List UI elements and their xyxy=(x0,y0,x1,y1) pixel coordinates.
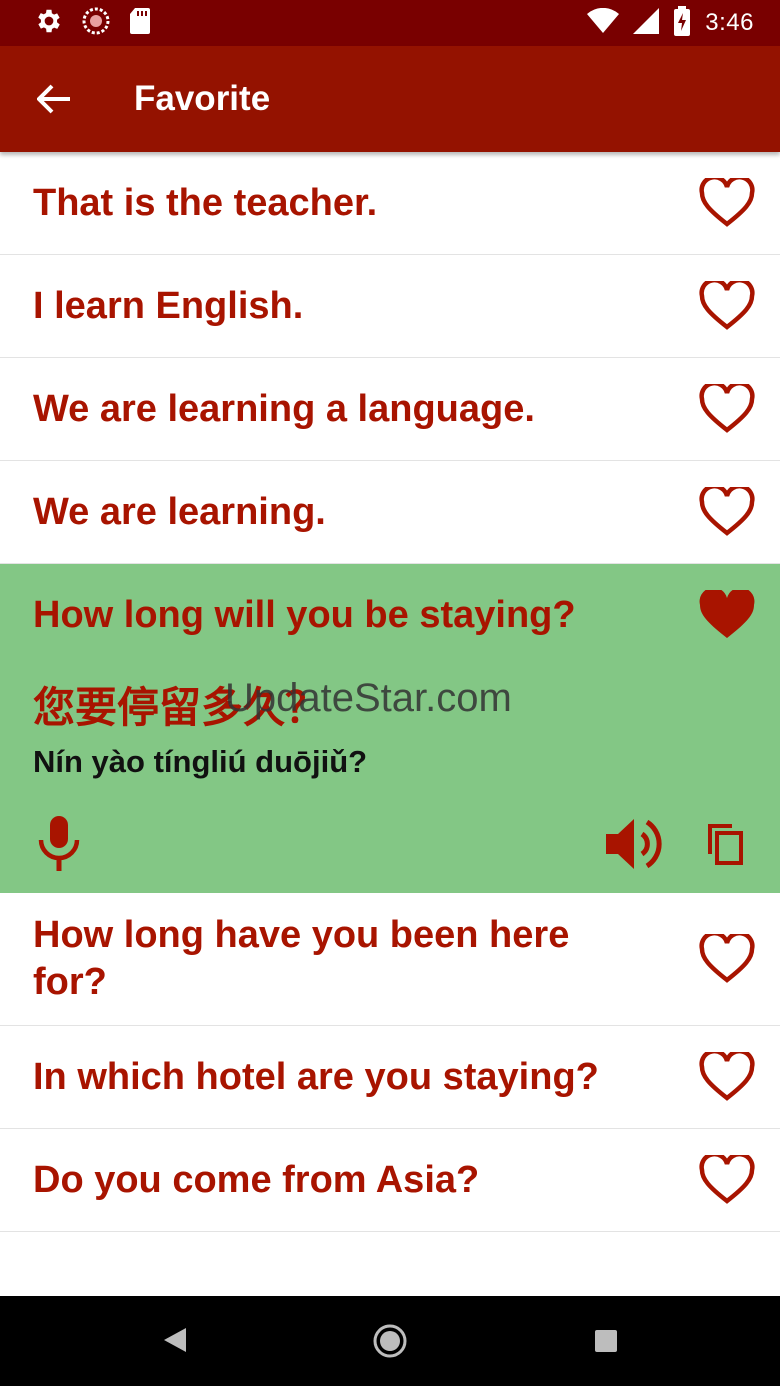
heart-outline-icon[interactable] xyxy=(698,933,756,985)
home-circle-icon[interactable] xyxy=(372,1323,408,1364)
heart-outline-icon[interactable] xyxy=(698,177,756,229)
gear-icon xyxy=(34,6,64,41)
microphone-icon xyxy=(38,816,80,871)
back-triangle-icon[interactable] xyxy=(162,1326,188,1359)
heart-outline-icon[interactable] xyxy=(698,383,756,435)
list-item[interactable]: Do you come from Asia? xyxy=(0,1129,780,1232)
status-left-icons xyxy=(34,6,170,41)
phrase-text: In which hotel are you staying? xyxy=(33,1055,599,1098)
list-item[interactable]: We are learning. xyxy=(0,461,780,564)
wifi-icon xyxy=(587,7,620,39)
phrase-text: We are learning a language. xyxy=(33,387,535,430)
microphone-button[interactable] xyxy=(34,814,84,874)
list-item[interactable]: In which hotel are you staying? xyxy=(0,1026,780,1129)
sync-icon xyxy=(82,7,110,40)
heart-outline-icon[interactable] xyxy=(698,1051,756,1103)
speaker-icon xyxy=(606,819,662,869)
phrase-text: That is the teacher. xyxy=(33,181,378,224)
phrase-text: We are learning. xyxy=(33,490,326,533)
signal-icon xyxy=(633,7,660,39)
list-item[interactable]: How long have you been here for? xyxy=(0,893,780,1026)
heart-outline-icon[interactable] xyxy=(698,486,756,538)
speaker-button[interactable] xyxy=(604,816,664,872)
phrase-text: I learn English. xyxy=(33,284,304,327)
status-right-icons: 3:46 xyxy=(573,5,754,41)
battery-charging-icon xyxy=(673,5,691,41)
phrase-text: Do you come from Asia? xyxy=(33,1158,480,1201)
list-item[interactable]: That is the teacher. xyxy=(0,152,780,255)
phrase-list: That is the teacher. I learn English. We… xyxy=(0,152,780,1232)
phrase-text: How long will you be staying? xyxy=(33,594,576,636)
copy-button[interactable] xyxy=(704,820,750,868)
status-time: 3:46 xyxy=(705,9,754,36)
expanded-list-item[interactable]: How long will you be staying? 您要停留多久？ Up… xyxy=(0,564,780,893)
phrase-text: How long have you been here for? xyxy=(33,914,570,1003)
page-title: Favorite xyxy=(134,79,271,118)
app-bar: Favorite xyxy=(0,46,780,152)
watermark: UpdateStar.com xyxy=(225,676,512,720)
list-item[interactable]: We are learning a language. xyxy=(0,358,780,461)
list-item[interactable]: I learn English. xyxy=(0,255,780,358)
navigation-bar xyxy=(0,1296,780,1386)
recents-square-icon[interactable] xyxy=(594,1329,618,1358)
pinyin-text: Nín yào tíngliú duōjiǔ? xyxy=(33,744,368,779)
arrow-left-icon xyxy=(37,84,70,114)
copy-icon xyxy=(708,824,743,865)
heart-outline-icon[interactable] xyxy=(698,1154,756,1206)
sd-card-icon xyxy=(128,7,152,40)
back-button[interactable] xyxy=(24,69,84,129)
status-bar: 3:46 xyxy=(0,0,780,46)
heart-outline-icon[interactable] xyxy=(698,280,756,332)
heart-filled-icon[interactable] xyxy=(698,589,756,641)
